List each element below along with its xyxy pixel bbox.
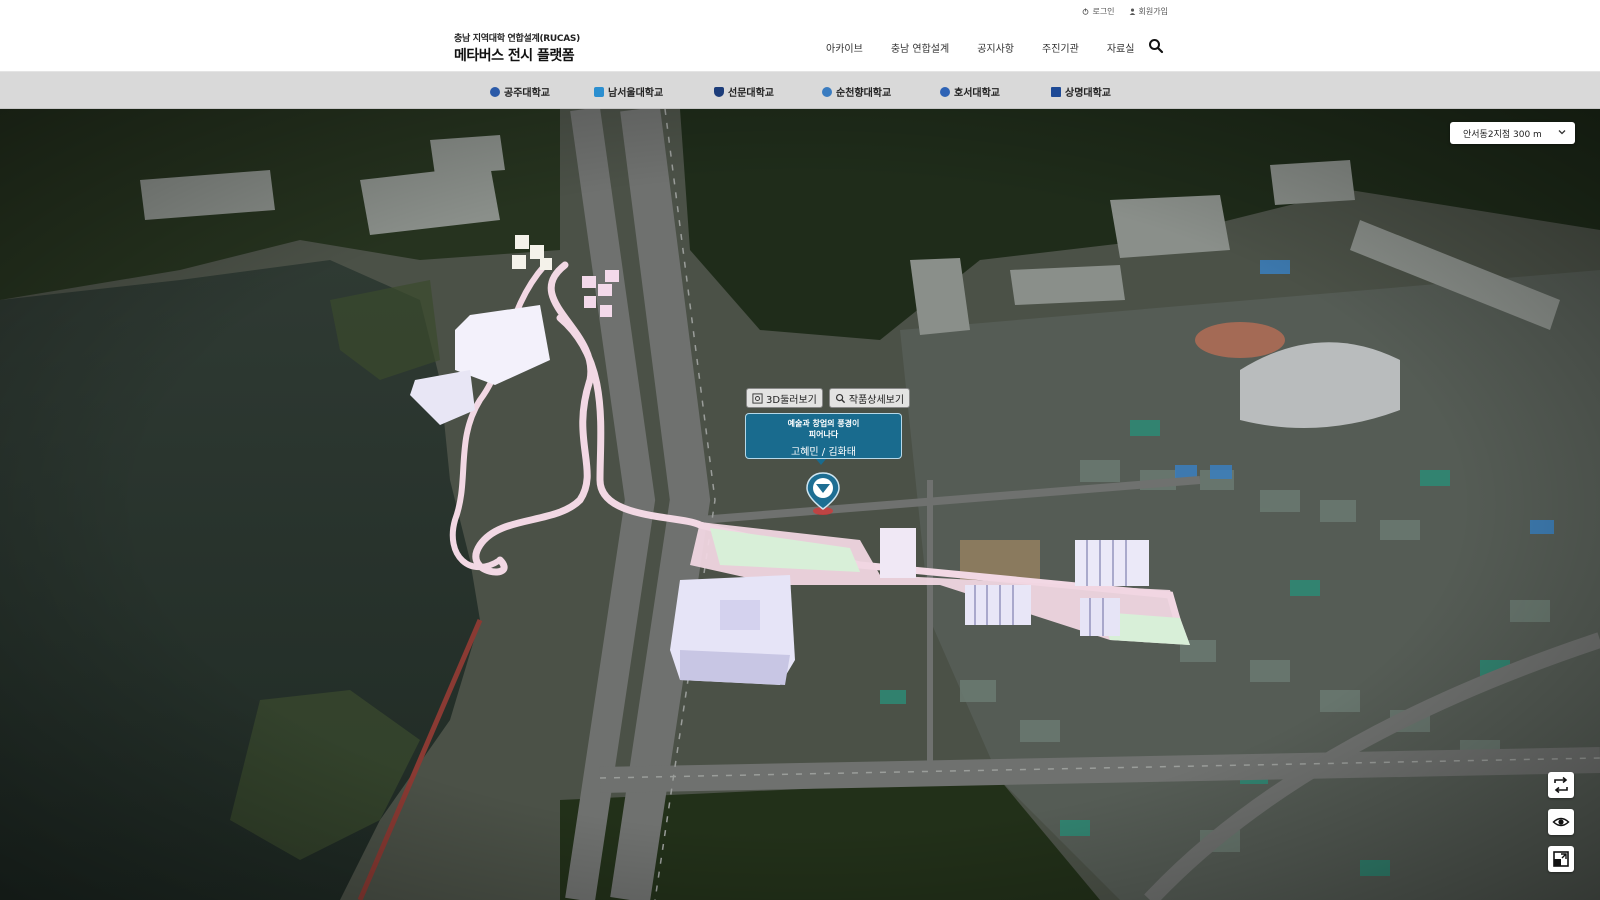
site-logo[interactable]: 충남 지역대학 연합설계(RUCAS) 메타버스 전시 플랫폼 — [454, 31, 580, 65]
soonchunhyang-emblem-icon — [822, 86, 832, 97]
university-tab-sangmyung[interactable]: 상명대학교 — [1051, 84, 1111, 99]
aerial-scene — [0, 109, 1600, 900]
location-select[interactable]: 안서동2지점 300 m — [1450, 122, 1575, 144]
user-icon — [1129, 8, 1135, 15]
university-tab-kongju[interactable]: 공주대학교 — [490, 84, 550, 99]
minimap-button[interactable] — [1548, 846, 1574, 872]
hoseo-emblem-icon — [940, 86, 950, 97]
aerial-map-view[interactable]: 안서동2지점 300 m 3D둘러보기 작품상세보기 예술과 창업의 풍경이 피… — [0, 109, 1600, 900]
marker-actions: 3D둘러보기 작품상세보기 — [746, 388, 911, 408]
kongju-emblem-icon — [490, 86, 500, 97]
power-icon — [1083, 8, 1089, 15]
work-detail-button[interactable]: 작품상세보기 — [828, 388, 911, 408]
sangmyung-emblem-icon — [1051, 86, 1061, 97]
main-nav: 아카이브 충남 연합설계 공지사항 주진기관 자료실 — [826, 40, 1134, 55]
signup-link[interactable]: 회원가입 — [1129, 6, 1168, 17]
view-toggle-button[interactable] — [1548, 809, 1574, 835]
university-tab-hoseo[interactable]: 호서대학교 — [940, 84, 1000, 99]
nav-joint-design[interactable]: 충남 연합설계 — [891, 40, 949, 55]
university-label: 남서울대학교 — [608, 88, 664, 99]
university-tab-sunmoon[interactable]: 선문대학교 — [714, 84, 774, 99]
nav-organizer[interactable]: 주진기관 — [1042, 40, 1079, 55]
location-pin-icon[interactable] — [805, 471, 841, 517]
login-label: 로그인 — [1092, 7, 1115, 16]
university-label: 공주대학교 — [504, 88, 550, 99]
map-controls — [1548, 772, 1574, 872]
nav-resources[interactable]: 자료실 — [1107, 40, 1135, 55]
chevron-down-icon — [1558, 130, 1566, 135]
signup-label: 회원가입 — [1138, 7, 1168, 16]
artwork-title: 예술과 창업의 풍경이 피어나다 — [787, 419, 860, 439]
university-label: 상명대학교 — [1065, 88, 1111, 99]
search-icon[interactable] — [1148, 38, 1164, 54]
university-label: 순천향대학교 — [836, 88, 892, 99]
info-card-pointer — [816, 459, 826, 465]
eye-icon — [1552, 817, 1570, 827]
namseoul-emblem-icon — [594, 86, 604, 97]
magnifier-icon — [835, 393, 845, 403]
logo-subtitle: 충남 지역대학 연합설계(RUCAS) — [454, 34, 580, 44]
nav-archive[interactable]: 아카이브 — [826, 40, 863, 55]
university-bar: 공주대학교 남서울대학교 선문대학교 순천향대학교 호서대학교 상명대학교 — [0, 72, 1600, 109]
artwork-authors: 고혜민 / 김화태 — [791, 447, 856, 458]
nav-notice[interactable]: 공지사항 — [977, 40, 1014, 55]
cube-3d-icon — [752, 392, 763, 404]
site-header: 로그인 회원가입 충남 지역대학 연합설계(RUCAS) 메타버스 전시 플랫폼… — [0, 0, 1600, 72]
logo-title: 메타버스 전시 플랫폼 — [454, 48, 575, 64]
university-tab-namseoul[interactable]: 남서울대학교 — [594, 84, 663, 99]
university-label: 선문대학교 — [728, 88, 774, 99]
minimap-icon — [1553, 851, 1569, 867]
sunmoon-emblem-icon — [714, 86, 724, 97]
location-select-value: 안서동2지점 300 m — [1463, 130, 1542, 140]
view-3d-button[interactable]: 3D둘러보기 — [746, 388, 823, 408]
view-3d-label: 3D둘러보기 — [766, 394, 817, 406]
work-detail-label: 작품상세보기 — [848, 394, 905, 406]
university-label: 호서대학교 — [954, 88, 1000, 99]
university-tab-soonchunhyang[interactable]: 순천향대학교 — [822, 84, 891, 99]
rotate-button[interactable] — [1548, 772, 1574, 798]
utility-links: 로그인 회원가입 — [1082, 6, 1168, 17]
rotate-icon — [1554, 776, 1568, 794]
login-link[interactable]: 로그인 — [1082, 6, 1115, 17]
artwork-info-card[interactable]: 예술과 창업의 풍경이 피어나다 고혜민 / 김화태 — [745, 413, 902, 459]
